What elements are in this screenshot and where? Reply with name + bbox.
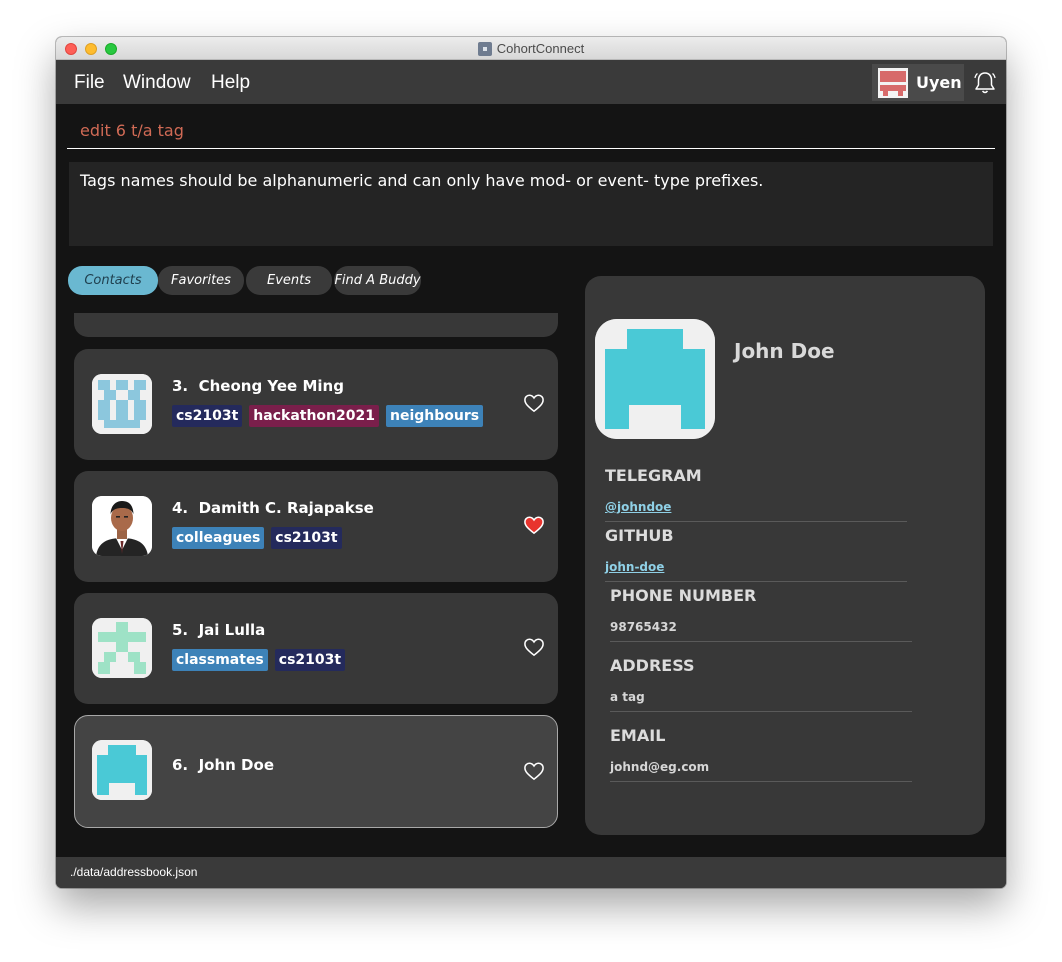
tag-badge: cs2103t <box>274 649 346 671</box>
phone-label: PHONE NUMBER <box>610 586 757 605</box>
tab-find-a-buddy[interactable]: Find A Buddy <box>334 266 421 295</box>
tag-badge: hackathon2021 <box>249 405 379 427</box>
phone-value: 98765432 <box>610 620 677 634</box>
command-input[interactable]: edit 6 t/a tag <box>80 121 184 140</box>
tag-badge: colleagues <box>172 527 265 549</box>
window-title: CohortConnect <box>496 41 585 56</box>
detail-avatar <box>595 319 715 439</box>
tag-badge: cs2103t <box>271 527 342 549</box>
menu-window[interactable]: Window <box>123 72 191 94</box>
app-icon <box>477 41 492 56</box>
identicon-icon <box>595 319 715 439</box>
telegram-link[interactable]: @johndoe <box>605 500 671 514</box>
contact-card-selected[interactable]: 6. John Doe <box>74 715 558 828</box>
contact-name: 3. Cheong Yee Ming <box>172 377 344 395</box>
user-name: Uyen <box>916 73 962 92</box>
divider <box>610 781 912 782</box>
favorite-heart-icon[interactable] <box>523 761 545 781</box>
menu-file[interactable]: File <box>74 72 105 94</box>
tab-favorites[interactable]: Favorites <box>158 266 244 295</box>
contact-avatar <box>92 618 152 678</box>
tab-contacts[interactable]: Contacts <box>68 266 158 295</box>
divider <box>610 641 912 642</box>
contact-card[interactable]: 3. Cheong Yee Ming cs2103t hackathon2021… <box>74 349 558 460</box>
github-link[interactable]: john-doe <box>605 560 664 574</box>
app-window: CohortConnect File Window Help Uyen edit… <box>56 37 1006 888</box>
tab-events[interactable]: Events <box>246 266 332 295</box>
address-label: ADDRESS <box>610 656 695 675</box>
tag-list: classmates cs2103t <box>172 649 346 671</box>
identicon-icon <box>92 618 152 678</box>
menu-help[interactable]: Help <box>211 72 250 94</box>
favorite-heart-icon[interactable] <box>523 393 545 413</box>
tag-list: cs2103t hackathon2021 neighbours <box>172 405 484 427</box>
identicon-icon <box>92 740 152 800</box>
detail-name: John Doe <box>734 339 835 363</box>
bell-icon[interactable] <box>972 70 998 96</box>
profile-photo <box>92 496 152 556</box>
telegram-label: TELEGRAM <box>605 466 702 485</box>
identicon-icon <box>92 374 152 434</box>
command-box[interactable]: edit 6 t/a tag <box>67 117 995 149</box>
contact-avatar <box>92 374 152 434</box>
divider <box>605 521 907 522</box>
result-display: Tags names should be alphanumeric and ca… <box>69 162 993 246</box>
favorite-heart-filled-icon[interactable] <box>523 515 545 535</box>
email-value: johnd@eg.com <box>610 760 710 774</box>
status-bar: ./data/addressbook.json <box>56 857 1006 888</box>
contact-card[interactable]: 5. Jai Lulla classmates cs2103t <box>74 593 558 704</box>
contact-detail-panel: John Doe TELEGRAM @johndoe GITHUB john-d… <box>585 276 985 835</box>
contact-name: 6. John Doe <box>172 756 274 774</box>
menu-bar: File Window Help Uyen <box>56 60 1006 104</box>
result-text: Tags names should be alphanumeric and ca… <box>80 171 764 190</box>
contact-card[interactable]: 4. Damith C. Rajapakse colleagues cs2103… <box>74 471 558 582</box>
user-profile-button[interactable]: Uyen <box>872 64 964 101</box>
github-label: GITHUB <box>605 526 674 545</box>
data-file-path: ./data/addressbook.json <box>70 865 198 879</box>
address-value: a tag <box>610 690 645 704</box>
contact-list[interactable]: 3. Cheong Yee Ming cs2103t hackathon2021… <box>74 313 558 833</box>
contact-avatar <box>92 740 152 800</box>
tag-badge: neighbours <box>385 405 484 427</box>
contact-name: 4. Damith C. Rajapakse <box>172 499 374 517</box>
divider <box>605 581 907 582</box>
email-label: EMAIL <box>610 726 666 745</box>
user-avatar <box>878 67 908 98</box>
title-bar: CohortConnect <box>56 37 1006 60</box>
contact-avatar <box>92 496 152 556</box>
partial-contact-card[interactable] <box>74 313 558 337</box>
favorite-heart-icon[interactable] <box>523 637 545 657</box>
divider <box>610 711 912 712</box>
tag-badge: cs2103t <box>172 405 243 427</box>
tag-list: colleagues cs2103t <box>172 527 342 549</box>
contact-name: 5. Jai Lulla <box>172 621 266 639</box>
tag-badge: classmates <box>172 649 268 671</box>
